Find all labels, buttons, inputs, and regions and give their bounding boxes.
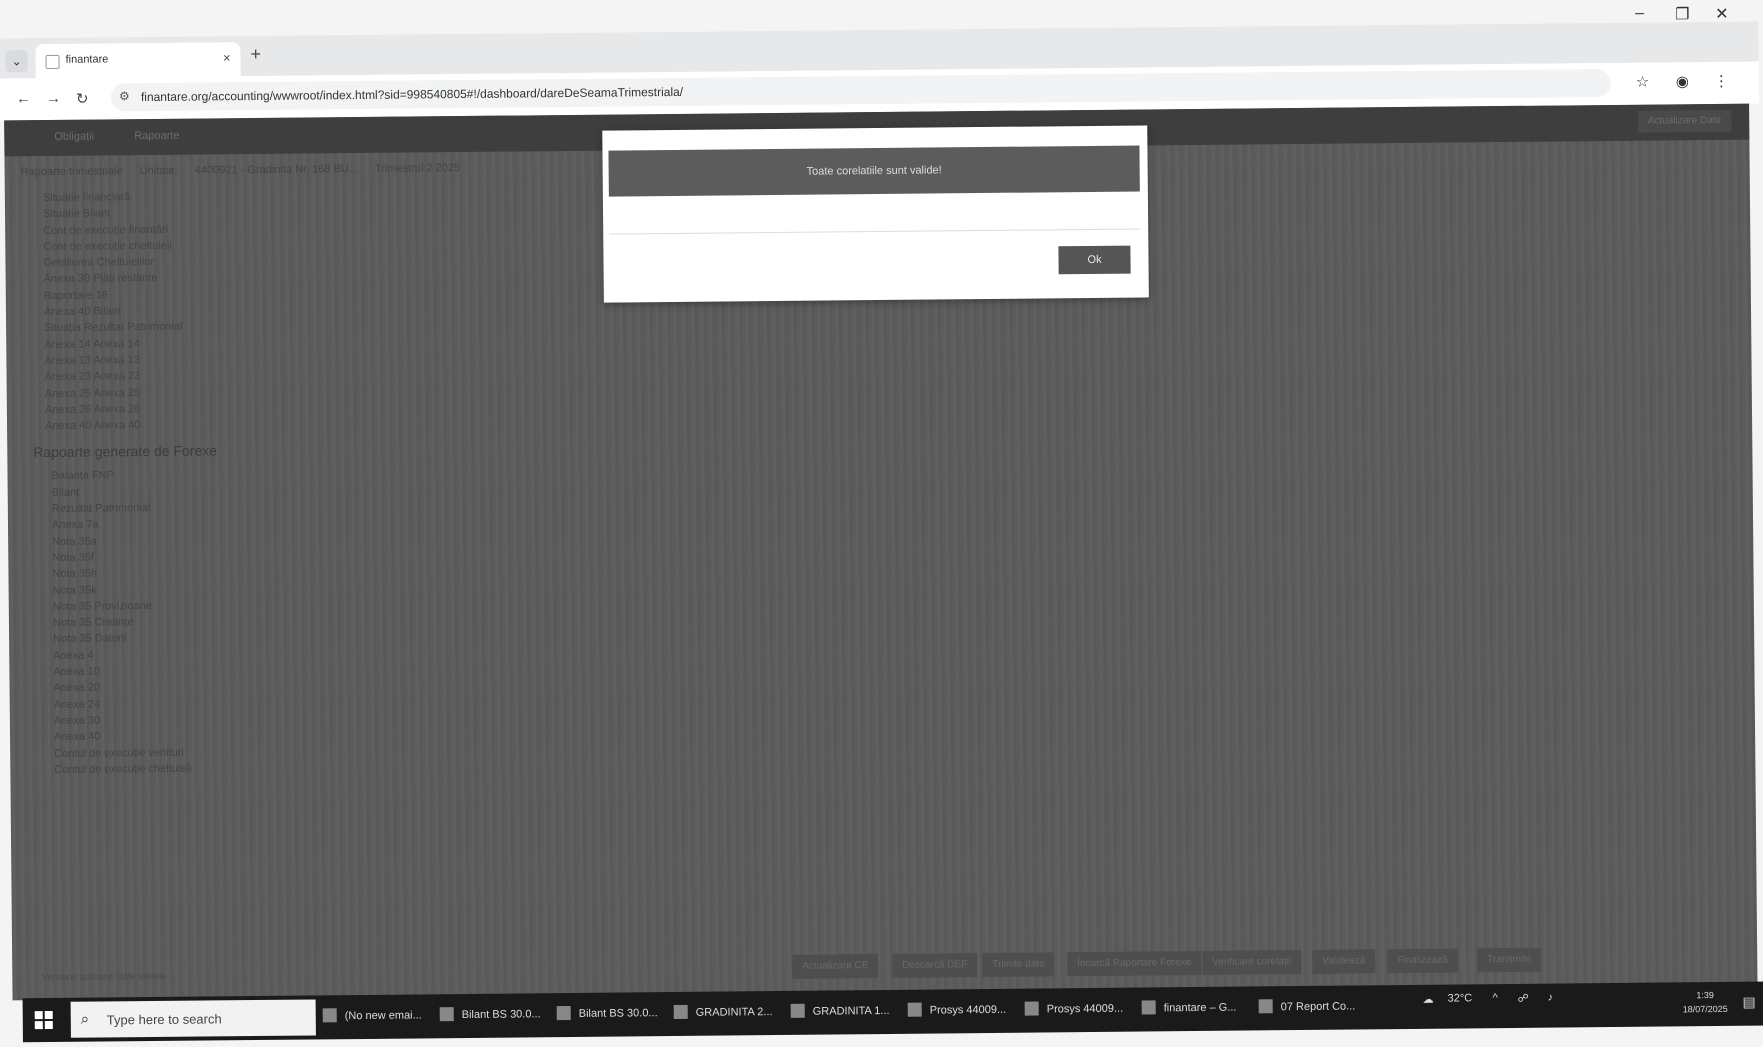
minimize-icon[interactable]: – bbox=[1635, 5, 1644, 23]
nav-item-obligatii[interactable]: Obligații bbox=[54, 131, 94, 143]
dialog-divider bbox=[609, 228, 1141, 235]
report-link[interactable]: Contul de execuție cheltuieli bbox=[48, 760, 288, 779]
taskbar-app-label: finantare – G... bbox=[1163, 1001, 1237, 1015]
sidebar: Situație financiară Situație Bilanț Cont d… bbox=[33, 188, 289, 779]
app-icon bbox=[322, 1008, 337, 1023]
more-menu-icon[interactable]: ⋮ bbox=[1714, 72, 1729, 90]
taskbar-app-button[interactable]: GRADINITA 1... bbox=[790, 1003, 890, 1018]
taskbar-app-button[interactable]: Prosys 44009... bbox=[1024, 1001, 1124, 1016]
browser-tab[interactable]: finantare × bbox=[35, 42, 241, 79]
search-icon: ⌕ bbox=[80, 1010, 90, 1028]
taskbar-app-button[interactable]: Prosys 44009... bbox=[907, 1002, 1007, 1017]
search-placeholder: Type here to search bbox=[106, 1011, 222, 1028]
taskbar-app-label: Bilant BS 30.0... bbox=[461, 1008, 541, 1022]
taskbar-app-button[interactable]: 07 Report Co... bbox=[1258, 998, 1356, 1014]
tab-close-icon[interactable]: × bbox=[223, 50, 231, 65]
weather-icon[interactable]: ☁ bbox=[1423, 993, 1434, 1006]
tray-chevron-icon[interactable]: ^ bbox=[1493, 992, 1498, 1004]
taskbar-app-button[interactable]: (No new emai... bbox=[322, 1007, 422, 1023]
reports-header: Rapoarte generate de Forexe bbox=[33, 442, 218, 461]
app-icon bbox=[1024, 1001, 1039, 1016]
action-button-2[interactable]: Descarcă DEF bbox=[892, 953, 978, 978]
url-text: finantare.org/accounting/wwwroot/index.h… bbox=[140, 84, 684, 105]
action-button-1[interactable]: Actualizare CE bbox=[792, 954, 879, 979]
action-button-8[interactable]: Transmite bbox=[1477, 947, 1542, 973]
taskbar-app-button[interactable]: Bilant BS 30.0... bbox=[556, 1005, 658, 1021]
new-tab-button[interactable]: + bbox=[250, 44, 261, 65]
taskbar-search-box[interactable]: ⌕ Type here to search bbox=[70, 999, 316, 1038]
action-button-4[interactable]: Încarcă Raportare Forexe bbox=[1067, 950, 1202, 977]
taskbar-app-label: Prosys 44009... bbox=[929, 1003, 1007, 1017]
taskbar-app-button[interactable]: GRADINITA 2... bbox=[673, 1004, 773, 1020]
app-icon bbox=[1258, 999, 1273, 1014]
app-icon bbox=[790, 1003, 805, 1018]
app-icon bbox=[1141, 1000, 1156, 1015]
unit-select[interactable]: 4400921 - Gradinita Nr. 168 BU... bbox=[195, 163, 358, 177]
network-icon[interactable]: ☍ bbox=[1518, 992, 1529, 1005]
taskbar-app-label: (No new emai... bbox=[344, 1009, 422, 1023]
back-icon[interactable]: ← bbox=[16, 90, 31, 107]
footer-note: Versiune aplicație: date salvate bbox=[42, 970, 167, 983]
taskbar-app-label: GRADINITA 1... bbox=[812, 1004, 890, 1018]
unit-label: Unitate: bbox=[139, 164, 178, 178]
taskbar-clock[interactable]: 1:39 18/07/2025 bbox=[1682, 988, 1728, 1016]
taskbar-app-button[interactable]: Bilant BS 30.0... bbox=[439, 1006, 541, 1022]
validation-dialog: Toate corelatiile sunt valide! Ok bbox=[602, 125, 1149, 303]
tab-list-button[interactable]: ⌄ bbox=[5, 50, 28, 73]
reload-icon[interactable]: ↻ bbox=[76, 90, 89, 108]
temperature[interactable]: 32°C bbox=[1448, 992, 1473, 1004]
app-icon bbox=[673, 1004, 688, 1020]
url-field[interactable]: ⚙ finantare.org/accounting/wwwroot/index… bbox=[110, 68, 1611, 112]
filters-bar: Rapoarte trimestriale Unitate: 4400921 -… bbox=[21, 162, 475, 178]
dialog-message: Toate corelatiile sunt valide! bbox=[608, 145, 1140, 197]
taskbar-app-label: GRADINITA 2... bbox=[695, 1006, 773, 1019]
app-icon bbox=[556, 1006, 571, 1021]
site-info-icon[interactable]: ⚙ bbox=[119, 89, 130, 103]
maximize-icon[interactable]: ❐ bbox=[1675, 4, 1690, 24]
close-window-icon[interactable]: ✕ bbox=[1715, 4, 1729, 24]
profile-icon[interactable]: ◉ bbox=[1676, 72, 1689, 90]
nav-item-rapoarte[interactable]: Rapoarte bbox=[134, 130, 179, 142]
page-icon bbox=[45, 54, 60, 70]
ok-button[interactable]: Ok bbox=[1058, 245, 1131, 275]
period-select[interactable]: Trimestrul 2 2025 bbox=[375, 162, 460, 175]
action-button-6[interactable]: Validează bbox=[1312, 949, 1376, 974]
notification-icon[interactable]: ▤ bbox=[1742, 994, 1755, 1011]
update-data-button[interactable]: Actualizare Date bbox=[1637, 109, 1732, 133]
clock-time: 1:39 bbox=[1696, 990, 1714, 1001]
sidebar-item[interactable]: Anexa 40 Anexa 40 bbox=[45, 416, 285, 435]
forward-icon[interactable]: → bbox=[46, 90, 61, 107]
action-button-3[interactable]: Trimite date bbox=[982, 952, 1055, 978]
app-icon bbox=[439, 1007, 454, 1022]
report-type-select[interactable]: Rapoarte trimestriale bbox=[21, 165, 123, 178]
bookmark-star-icon[interactable]: ☆ bbox=[1636, 73, 1650, 91]
clock-date: 18/07/2025 bbox=[1682, 1003, 1728, 1015]
taskbar-app-label: Bilant BS 30.0... bbox=[578, 1007, 658, 1020]
tab-title: finantare bbox=[65, 53, 109, 66]
action-button-5[interactable]: Verificare corelații bbox=[1202, 949, 1302, 975]
taskbar-app-label: 07 Report Co... bbox=[1280, 1000, 1356, 1014]
action-button-7[interactable]: Finalizează bbox=[1387, 948, 1458, 974]
taskbar-app-button[interactable]: finantare – G... bbox=[1141, 1000, 1237, 1015]
taskbar-app-label: Prosys 44009... bbox=[1046, 1002, 1124, 1016]
volume-icon[interactable]: ♪ bbox=[1548, 992, 1554, 1004]
app-icon bbox=[907, 1002, 922, 1017]
windows-start-icon[interactable] bbox=[34, 1010, 53, 1030]
